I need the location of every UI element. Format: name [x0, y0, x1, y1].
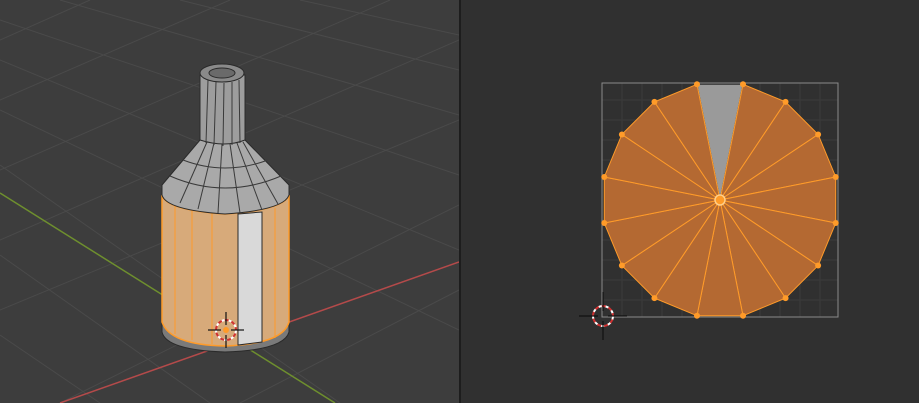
uv-vertex[interactable]: [740, 312, 747, 319]
3d-viewport[interactable]: [0, 0, 459, 403]
uv-vertex[interactable]: [815, 131, 822, 138]
uv-vertex[interactable]: [740, 81, 747, 88]
bottle-shoulder: [161, 139, 290, 215]
uv-vertex[interactable]: [601, 220, 608, 227]
uv-vertex[interactable]: [782, 295, 789, 302]
uv-center-vertex[interactable]: [714, 194, 726, 206]
uv-vertex[interactable]: [832, 173, 839, 180]
2d-cursor-icon[interactable]: [579, 292, 627, 340]
uv-vertex[interactable]: [693, 312, 700, 319]
uv-editor[interactable]: [461, 0, 919, 403]
uv-island[interactable]: [601, 81, 839, 319]
uv-vertex[interactable]: [815, 262, 822, 269]
uv-vertex[interactable]: [618, 262, 625, 269]
bottle-body-unselected-face: [237, 211, 263, 346]
uv-vertex[interactable]: [782, 98, 789, 105]
uv-vertex[interactable]: [618, 131, 625, 138]
uv-vertex[interactable]: [601, 173, 608, 180]
bottle-mesh[interactable]: [161, 63, 290, 353]
uv-vertex[interactable]: [832, 220, 839, 227]
uv-vertex[interactable]: [693, 81, 700, 88]
uv-editor-canvas[interactable]: [461, 0, 919, 403]
uv-vertex[interactable]: [651, 295, 658, 302]
uv-vertex[interactable]: [651, 98, 658, 105]
3d-viewport-canvas[interactable]: [0, 0, 459, 403]
